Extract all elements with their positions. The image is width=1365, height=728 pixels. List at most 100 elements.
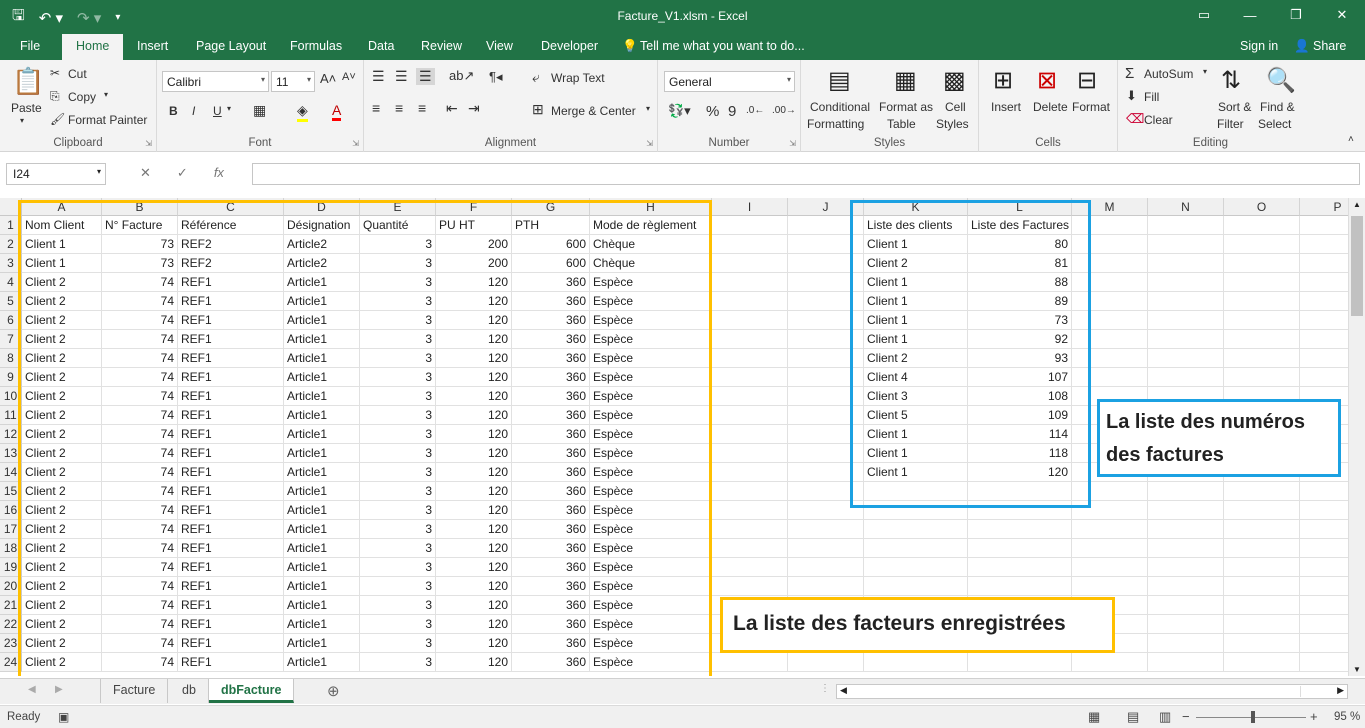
list-cell[interactable]: 108	[968, 387, 1072, 406]
row-header[interactable]: 15	[0, 482, 22, 501]
table-cell[interactable]: Client 2	[22, 520, 102, 539]
alignment-launcher-icon[interactable]: ⇲	[646, 139, 653, 148]
column-header[interactable]: G	[512, 198, 590, 216]
table-cell[interactable]: REF1	[178, 520, 284, 539]
paste-icon[interactable]: 📋	[12, 66, 44, 97]
table-header-cell[interactable]: PTH	[512, 216, 590, 235]
table-cell[interactable]: Article1	[284, 634, 360, 653]
table-cell[interactable]: 120	[436, 653, 512, 672]
row-header[interactable]: 21	[0, 596, 22, 615]
table-cell[interactable]: 360	[512, 444, 590, 463]
grid-cell[interactable]	[1148, 349, 1224, 368]
table-cell[interactable]: Article1	[284, 558, 360, 577]
list-cell[interactable]: Client 1	[864, 444, 968, 463]
grid-cell[interactable]	[788, 406, 864, 425]
autosum-icon[interactable]: Σ	[1125, 65, 1134, 82]
grid-cell[interactable]	[864, 501, 968, 520]
list-cell[interactable]: 88	[968, 273, 1072, 292]
grid-cell[interactable]	[1300, 368, 1348, 387]
grid-cell[interactable]	[1072, 292, 1148, 311]
conditional-formatting-icon[interactable]: ▤	[828, 66, 851, 95]
table-cell[interactable]: Espèce	[590, 292, 712, 311]
column-header[interactable]: H	[590, 198, 712, 216]
grid-cell[interactable]	[1224, 539, 1300, 558]
table-cell[interactable]: Client 2	[22, 558, 102, 577]
table-cell[interactable]: Client 2	[22, 406, 102, 425]
format-cells-button[interactable]: Format	[1072, 100, 1110, 114]
table-cell[interactable]: 360	[512, 425, 590, 444]
scroll-down-icon[interactable]: ▼	[1353, 665, 1361, 674]
table-cell[interactable]: Client 2	[22, 482, 102, 501]
table-cell[interactable]: Client 2	[22, 653, 102, 672]
zoom-level[interactable]: 95 %	[1334, 711, 1360, 723]
column-header[interactable]: O	[1224, 198, 1300, 216]
table-cell[interactable]: 3	[360, 330, 436, 349]
grid-cell[interactable]	[968, 501, 1072, 520]
grid-cell[interactable]	[1148, 615, 1224, 634]
list-cell[interactable]: 73	[968, 311, 1072, 330]
table-cell[interactable]: 360	[512, 368, 590, 387]
grid-cell[interactable]	[1300, 349, 1348, 368]
grid-cell[interactable]	[712, 444, 788, 463]
bottom-align-icon[interactable]: ☰	[416, 68, 435, 85]
tab-review[interactable]: Review	[421, 39, 462, 53]
format-painter-button[interactable]: Format Painter	[68, 113, 147, 127]
grid-cell[interactable]	[712, 520, 788, 539]
table-cell[interactable]: 360	[512, 311, 590, 330]
underline-dropdown-icon[interactable]: ▾	[227, 104, 231, 113]
cell-styles-icon[interactable]: ▩	[943, 66, 966, 95]
grid-cell[interactable]	[1072, 501, 1148, 520]
table-cell[interactable]: Client 2	[22, 311, 102, 330]
tab-insert[interactable]: Insert	[137, 39, 168, 53]
table-cell[interactable]: Espèce	[590, 482, 712, 501]
table-cell[interactable]: REF1	[178, 634, 284, 653]
table-cell[interactable]: Espèce	[590, 368, 712, 387]
grid-cell[interactable]	[712, 216, 788, 235]
table-cell[interactable]: Article1	[284, 596, 360, 615]
table-cell[interactable]: 74	[102, 634, 178, 653]
tab-page-layout[interactable]: Page Layout	[196, 39, 266, 53]
column-header[interactable]: D	[284, 198, 360, 216]
table-cell[interactable]: 120	[436, 577, 512, 596]
table-cell[interactable]: 3	[360, 368, 436, 387]
grid-cell[interactable]	[1224, 235, 1300, 254]
grid-cell[interactable]	[788, 292, 864, 311]
table-cell[interactable]: REF1	[178, 406, 284, 425]
clear-icon[interactable]: ⌫	[1126, 111, 1144, 127]
table-cell[interactable]: Client 2	[22, 615, 102, 634]
grid-cell[interactable]	[1072, 558, 1148, 577]
table-cell[interactable]: 360	[512, 482, 590, 501]
find-select-label2[interactable]: Select	[1258, 117, 1291, 131]
table-cell[interactable]: Client 1	[22, 254, 102, 273]
grid-cell[interactable]	[1224, 501, 1300, 520]
ribbon-options-icon[interactable]: ▭	[1181, 0, 1227, 30]
grid-cell[interactable]	[712, 406, 788, 425]
list-cell[interactable]: 120	[968, 463, 1072, 482]
grid-cell[interactable]	[1224, 653, 1300, 672]
column-header[interactable]: E	[360, 198, 436, 216]
table-cell[interactable]: REF1	[178, 539, 284, 558]
formula-input[interactable]	[252, 163, 1360, 185]
grid-cell[interactable]	[1300, 596, 1348, 615]
grid-cell[interactable]	[1072, 368, 1148, 387]
grid-cell[interactable]	[1300, 292, 1348, 311]
row-header[interactable]: 23	[0, 634, 22, 653]
table-header-cell[interactable]: Mode de règlement	[590, 216, 712, 235]
table-cell[interactable]: 360	[512, 558, 590, 577]
table-cell[interactable]: Article1	[284, 425, 360, 444]
grid-cell[interactable]	[1148, 254, 1224, 273]
grid-cell[interactable]	[788, 501, 864, 520]
page-layout-view-icon[interactable]: ▤	[1127, 709, 1139, 725]
grid-cell[interactable]	[1072, 254, 1148, 273]
table-cell[interactable]: 360	[512, 387, 590, 406]
format-as-table-label[interactable]: Format as	[879, 100, 933, 114]
table-cell[interactable]: 360	[512, 653, 590, 672]
table-cell[interactable]: 3	[360, 235, 436, 254]
fill-icon[interactable]: ⬇	[1126, 88, 1137, 104]
table-cell[interactable]: Article1	[284, 368, 360, 387]
grid-cell[interactable]	[712, 368, 788, 387]
table-cell[interactable]: 120	[436, 482, 512, 501]
table-cell[interactable]: Client 2	[22, 368, 102, 387]
number-launcher-icon[interactable]: ⇲	[789, 139, 796, 148]
table-cell[interactable]: Article1	[284, 273, 360, 292]
